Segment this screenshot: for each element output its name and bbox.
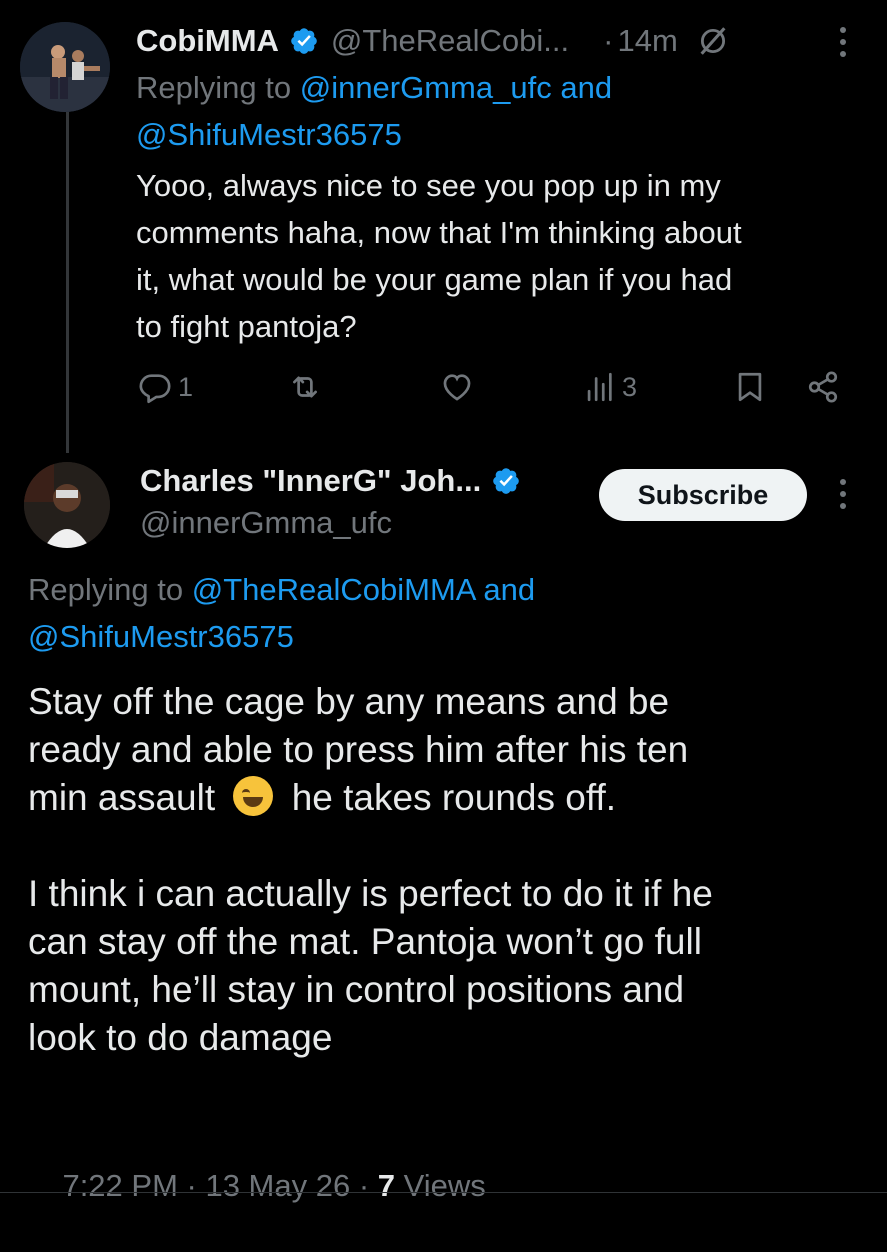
tweet-text: Stay off the cage by any means and be re… <box>28 678 713 1062</box>
bookmark-button[interactable] <box>733 370 767 404</box>
tweet-text-line: can stay off the mat. Pantoja won’t go f… <box>28 921 702 962</box>
replying-and: and <box>560 70 613 105</box>
tweet-text: Yooo, always nice to see you pop up in m… <box>136 162 742 350</box>
mention-link[interactable]: @ShifuMestr36575 <box>136 117 402 152</box>
replying-to: Replying to @innerGmma_ufc and @ShifuMes… <box>136 64 612 158</box>
like-button[interactable] <box>440 370 474 404</box>
tweet-text-segment: he takes rounds off. <box>291 777 617 818</box>
author-name[interactable]: CobiMMA <box>136 23 279 59</box>
tweet-time[interactable]: 14m <box>617 23 677 59</box>
author-name[interactable]: Charles "InnerG" Joh... <box>140 463 481 499</box>
views-icon <box>587 372 612 402</box>
tweet-text-line: look to do damage <box>28 1017 333 1058</box>
reply-icon <box>139 374 171 404</box>
reply-button[interactable]: 1 <box>138 370 193 404</box>
avatar[interactable] <box>20 22 110 112</box>
author-handle[interactable]: @TheRealCobi... <box>331 23 569 59</box>
tweet-text-line: mount, he’ll stay in control positions a… <box>28 969 685 1010</box>
views-label: Views <box>395 1168 486 1203</box>
avatar[interactable] <box>24 462 110 548</box>
verified-badge-icon <box>493 468 520 494</box>
replying-prefix: Replying to <box>28 572 184 607</box>
tweet-text-line: ready and able to press him after his te… <box>28 729 689 770</box>
more-icon[interactable] <box>828 22 858 62</box>
paragraph-break <box>28 822 713 870</box>
grok-slash-icon[interactable] <box>696 24 730 58</box>
author-handle[interactable]: @innerGmma_ufc <box>140 502 392 544</box>
reply-count: 1 <box>178 371 194 402</box>
bookmark-icon <box>738 372 762 402</box>
tweet-text-line: it, what would be your game plan if you … <box>136 262 733 297</box>
mention-link[interactable]: @ShifuMestr36575 <box>28 619 294 654</box>
replying-to: Replying to @TheRealCobiMMA and @ShifuMe… <box>28 566 535 660</box>
retweet-icon <box>293 376 317 398</box>
tweet-text-line: Stay off the cage by any means and be <box>28 681 670 722</box>
tweet-text-line: Yooo, always nice to see you pop up in m… <box>136 168 721 203</box>
tweet-text-line: comments haha, now that I'm thinking abo… <box>136 215 742 250</box>
tweet-text-line: min assault he takes rounds off. <box>28 774 713 822</box>
views-count: 3 <box>622 371 638 402</box>
mention-link[interactable]: @innerGmma_ufc <box>300 70 552 105</box>
replying-prefix: Replying to <box>136 70 292 105</box>
more-icon[interactable] <box>828 474 858 514</box>
mention-link[interactable]: @TheRealCobiMMA <box>192 572 475 607</box>
tweet-text-line: I think i can actually is perfect to do … <box>28 873 713 914</box>
laughing-emoji-icon <box>233 776 274 816</box>
views-number: 7 <box>377 1168 396 1203</box>
tweet-text-line: to fight pantoja? <box>136 309 357 344</box>
like-icon <box>443 374 471 401</box>
subscribe-button[interactable]: Subscribe <box>599 469 807 521</box>
views-button[interactable]: 3 <box>582 370 637 404</box>
divider <box>0 1192 887 1193</box>
retweet-button[interactable] <box>288 370 322 404</box>
tweet-meta: 7:22 PM · 13 May 26 · 7 Views <box>28 1120 486 1252</box>
replying-and: and <box>483 572 536 607</box>
time-separator: · <box>603 23 614 58</box>
share-icon <box>808 371 838 403</box>
share-button[interactable] <box>806 370 840 404</box>
tweet-text-segment: min assault <box>28 777 216 818</box>
verified-badge-icon <box>291 28 317 54</box>
tweet-timestamp[interactable]: 7:22 PM · 13 May 26 · <box>62 1168 377 1203</box>
thread-connector-line <box>66 108 69 453</box>
